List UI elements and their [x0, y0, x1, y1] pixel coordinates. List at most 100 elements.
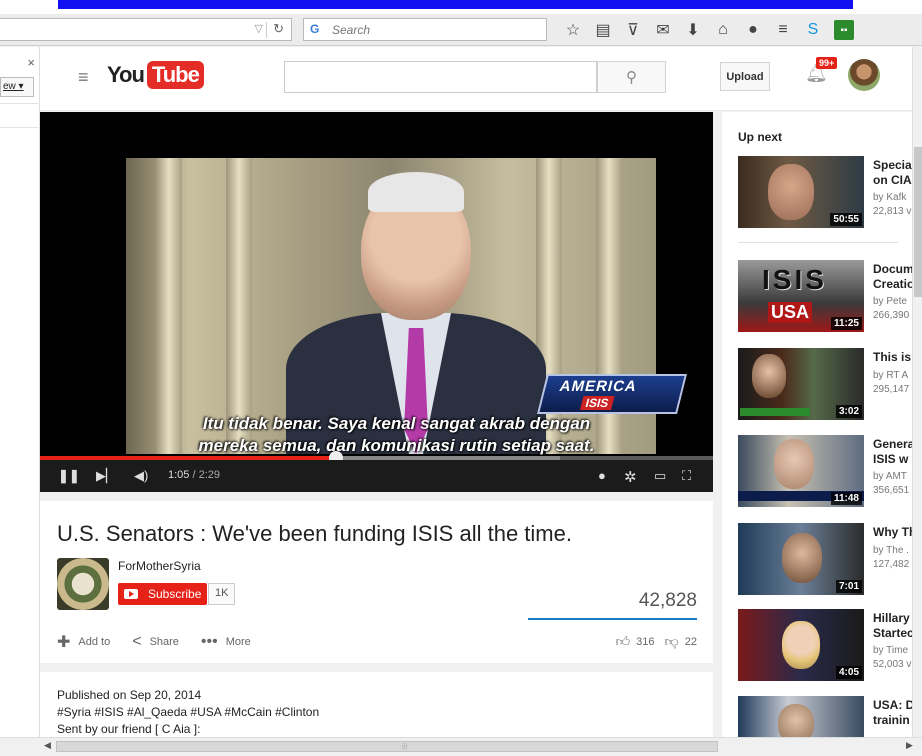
settings-icon[interactable]: ✲ [624, 468, 637, 486]
avatar[interactable] [848, 59, 880, 91]
search-button[interactable]: ⚲ [597, 61, 666, 93]
grip-icon: ⦙⦙⦙ [402, 742, 408, 751]
subtitle-line1: Itu tidak benar. Saya kenal sangat akrab… [202, 414, 591, 433]
action-bar: ✚ Add to < Share ••• More [57, 632, 273, 652]
share-button[interactable]: < Share [132, 632, 179, 652]
recommended-video[interactable]: 50:55 Specia on CIA by Kafk 22,813 v [738, 156, 912, 228]
recommended-video[interactable]: ISIS USA 11:25 Docum Creatio by Pete 266,… [738, 260, 912, 332]
guide-menu-icon[interactable]: ≡ [78, 67, 89, 88]
subtitle-line2: mereka semua, dan komunikasi rutin setia… [198, 436, 595, 455]
duration-badge: 3:02 [835, 405, 862, 418]
rec-title: Genera ISIS w [873, 437, 912, 466]
video-thumbnail: ISIS USA 11:25 [738, 260, 864, 332]
video-frame: AMERICA ISIS [126, 158, 687, 454]
video-title: U.S. Senators : We've been funding ISIS … [57, 521, 572, 546]
recommended-video[interactable]: 3:02 This is by RT A 295,147 [738, 348, 912, 420]
fullscreen-icon[interactable]: ⛶ [682, 468, 691, 484]
rec-channel: by AMT [873, 471, 907, 482]
duration-badge: 7:01 [835, 580, 862, 593]
up-next-heading: Up next [738, 130, 783, 144]
row-divider [0, 103, 40, 104]
up-next-column: Up next 50:55 Specia on CIA by Kafk 22,81… [722, 112, 912, 738]
left-panel: × ew ▾ [0, 47, 40, 737]
skype-icon[interactable]: S [798, 18, 828, 42]
pocket-icon[interactable]: ⊽ [618, 18, 648, 42]
mail-icon[interactable]: ✉ [648, 18, 678, 42]
extension-icon[interactable]: ▪▪ [834, 20, 854, 40]
badge-line2: ISIS [580, 396, 615, 410]
rec-channel: by The . [873, 545, 909, 556]
notification-badge: 99+ [816, 57, 838, 69]
star-icon[interactable]: ☆ [558, 18, 588, 42]
watch-later-icon[interactable]: ● [598, 468, 606, 483]
description-panel: Published on Sep 20, 2014 #Syria #ISIS #… [40, 672, 713, 738]
recommended-video[interactable]: 11:48 Genera ISIS w by AMT 356,651 [738, 435, 912, 507]
rec-title: This is [873, 350, 912, 364]
vertical-scrollbar[interactable] [912, 47, 922, 737]
youtube-logo[interactable]: You Tube [107, 61, 204, 89]
row-divider [0, 127, 40, 128]
more-button[interactable]: ••• More [201, 632, 251, 652]
next-icon[interactable]: ▶▏ [96, 468, 116, 484]
rec-views: 22,813 v [873, 206, 912, 217]
browser-search-input[interactable]: G Search [303, 18, 547, 41]
upload-button[interactable]: Upload [720, 62, 770, 91]
close-icon[interactable]: × [27, 55, 35, 70]
youtube-play-icon [124, 589, 138, 599]
home-icon[interactable]: ⌂ [708, 18, 738, 42]
duration-badge: 11:48 [830, 492, 862, 505]
horizontal-scrollbar[interactable]: ◀ ⦙⦙⦙ ▶ [40, 737, 922, 756]
scroll-thumb[interactable]: ⦙⦙⦙ [56, 741, 718, 752]
view-count: 42,828 [638, 590, 697, 611]
subscribe-label: Subscribe [148, 587, 202, 601]
rec-views: 266,390 [873, 310, 910, 321]
channel-name[interactable]: ForMotherSyria [118, 559, 201, 573]
search-icon: ⚲ [626, 69, 637, 86]
rec-title: USA: Dtrainin [873, 698, 912, 727]
logo-tube: Tube [146, 61, 204, 89]
reload-icon[interactable]: ↻ [273, 21, 284, 37]
rec-title: Docum Creatio [873, 262, 912, 291]
video-thumbnail: 11:48 [738, 435, 864, 507]
video-info-panel: U.S. Senators : We've been funding ISIS … [40, 501, 713, 663]
download-icon[interactable]: ⬇ [678, 18, 708, 42]
more-icon: ••• [200, 633, 218, 650]
description-line: Sent by our friend [ C Aia ]: [57, 722, 201, 736]
subscribe-button[interactable]: Subscribe [118, 583, 208, 605]
thumbs-up-icon[interactable]: 👍︎ [616, 633, 631, 650]
theater-mode-icon[interactable]: ▭ [654, 468, 666, 484]
toolbar-icons: ☆ ▤ ⊽ ✉ ⬇ ⌂ ● ≡ S ▪▪ [558, 18, 854, 42]
channel-avatar[interactable] [57, 558, 109, 610]
plus-icon: ✚ [57, 634, 71, 651]
menu-icon[interactable]: ≡ [768, 18, 798, 42]
logo-you: You [107, 62, 145, 87]
rec-title: Why Th [873, 525, 912, 539]
volume-icon[interactable]: ◀) [134, 468, 148, 484]
player-controls: ❚❚ ▶▏ ◀) 1:05 / 2:29 ● ✲ ▭ ⛶ [40, 460, 713, 492]
search-engine-icon[interactable]: G [310, 22, 319, 36]
pause-icon[interactable]: ❚❚ [58, 468, 80, 484]
column [156, 158, 182, 454]
video-thumbnail: 3:02 [738, 348, 864, 420]
reading-list-icon[interactable]: ▤ [588, 18, 618, 42]
thumbs-down-icon[interactable]: 👎︎ [665, 633, 679, 650]
view-dropdown[interactable]: ew ▾ [0, 77, 34, 97]
url-separator [266, 22, 267, 38]
add-to-button[interactable]: ✚ Add to [57, 632, 110, 652]
recommended-video[interactable]: 7:01 Why Th by The . 127,482 [738, 523, 912, 595]
chat-icon[interactable]: ● [738, 18, 768, 42]
video-player[interactable]: AMERICA ISIS Itu tidak benar. Saya kenal… [40, 112, 713, 492]
scroll-thumb[interactable] [914, 147, 922, 297]
scroll-left-icon[interactable]: ◀ [44, 740, 51, 751]
recommended-video[interactable]: 4:05 Hillary Startec by Time 52,003 v [738, 609, 912, 681]
rec-views: 356,651 [873, 485, 910, 496]
divider [738, 242, 898, 243]
recommended-video[interactable]: USA: Dtrainin [738, 696, 912, 738]
history-dropdown-icon[interactable]: ▽ [255, 22, 263, 35]
share-icon: < [132, 633, 142, 650]
video-thumbnail: 4:05 [738, 609, 864, 681]
url-bar[interactable]: ▽ ↻ [0, 18, 292, 41]
youtube-search-input[interactable] [284, 61, 597, 93]
dislike-count: 22 [684, 635, 697, 648]
scroll-right-icon[interactable]: ▶ [906, 740, 913, 751]
